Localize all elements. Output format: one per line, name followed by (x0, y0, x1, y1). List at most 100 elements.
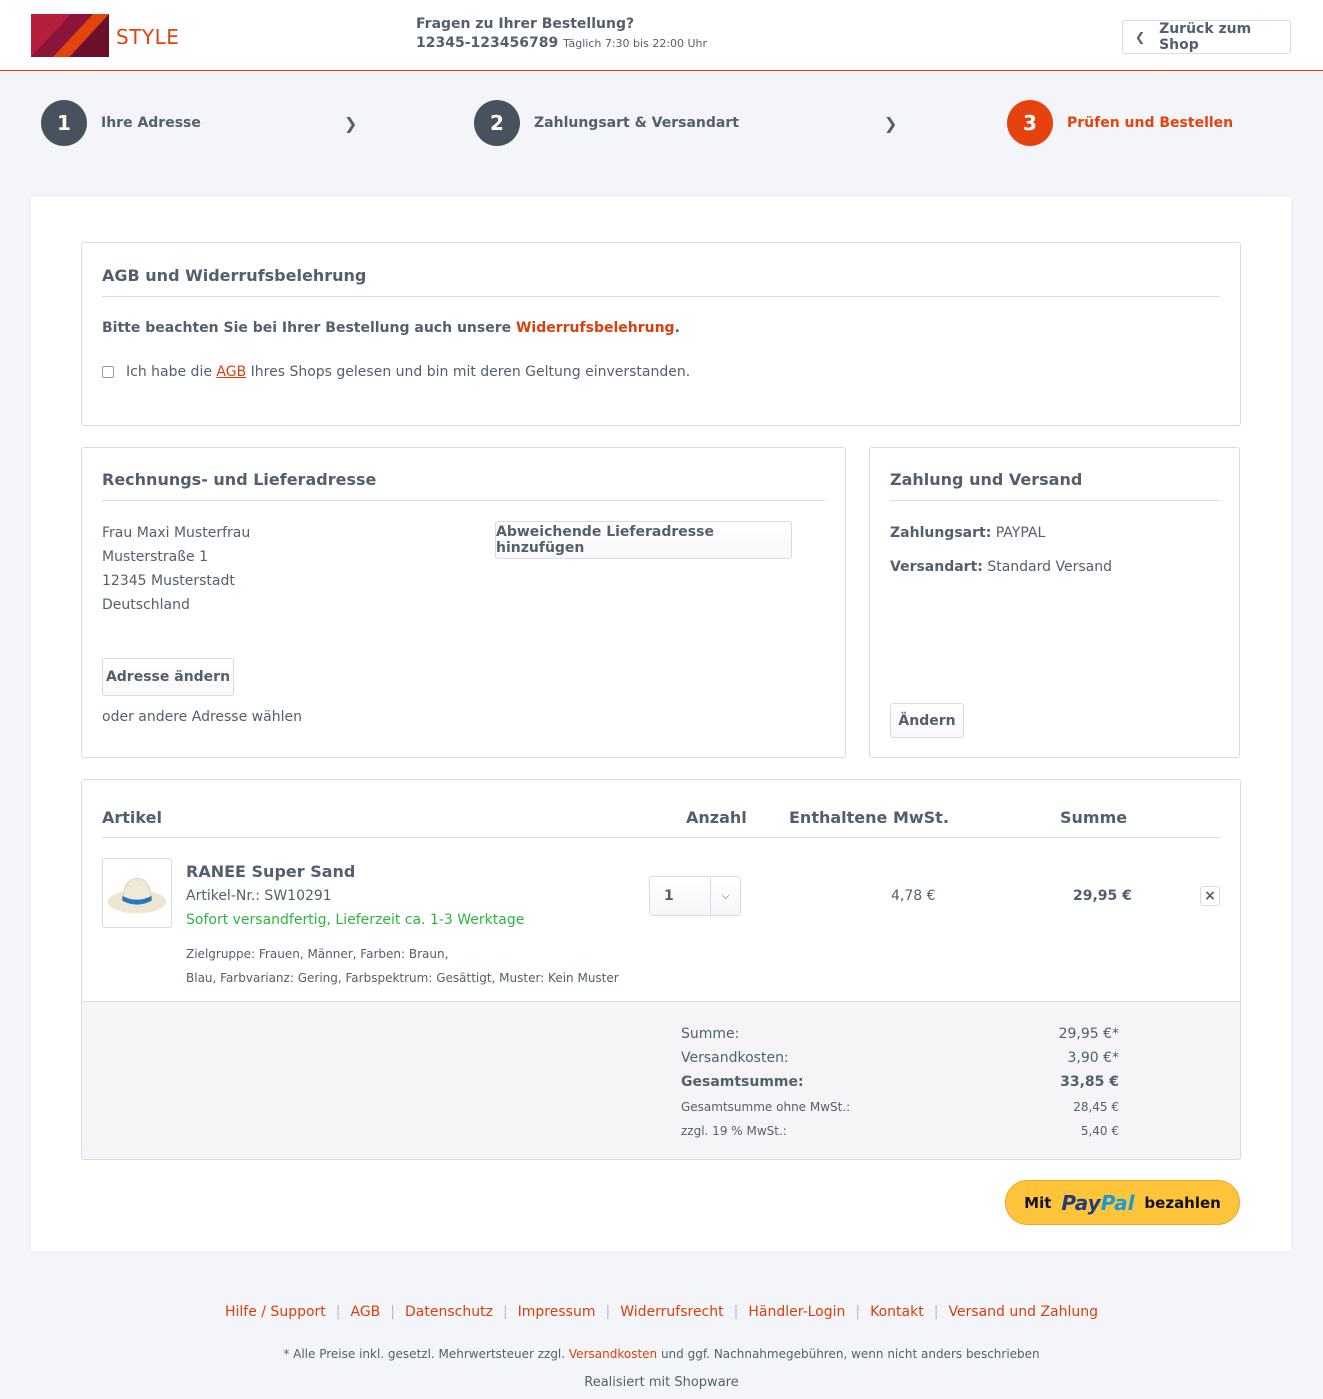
separator: | (855, 1304, 861, 1320)
payment-shipping-title: Zahlung und Versand (890, 470, 1083, 489)
product-sku: Artikel-Nr.: SW10291 (186, 888, 332, 904)
choose-other-address-link[interactable]: oder andere Adresse wählen (102, 709, 302, 725)
hotline: Fragen zu Ihrer Bestellung? 12345-123456… (416, 16, 707, 51)
totals-value: 5,40 € (1080, 1124, 1119, 1138)
paypal-button-post: bezahlen (1144, 1193, 1221, 1212)
agb-link[interactable]: AGB (216, 364, 246, 380)
paypal-checkout-button[interactable]: Mit PayPal bezahlen (1005, 1180, 1240, 1225)
agb-notice-end: . (674, 320, 680, 336)
remove-item-button[interactable]: × (1200, 886, 1220, 906)
chevron-right-icon: ❯ (344, 114, 358, 133)
shopware-credit: Realisiert mit Shopware (584, 1375, 739, 1390)
revocation-link[interactable]: Widerrufsbelehrung (516, 320, 675, 336)
change-address-button[interactable]: Adresse ändern (102, 658, 234, 696)
shipping-method: Versandart: Standard Versand (890, 559, 1112, 575)
footer-link-shipping[interactable]: Versand und Zahlung (948, 1304, 1098, 1320)
product-properties: Blau, Farbvarianz: Gering, Farbspektrum:… (186, 971, 619, 985)
chevron-left-icon: ❮ (1135, 30, 1146, 44)
totals-row: Versandkosten: 3,90 €* (681, 1050, 1119, 1066)
divider (102, 500, 825, 501)
agb-title: AGB und Widerrufsbelehrung (102, 266, 367, 285)
header-article: Artikel (102, 808, 162, 827)
separator: | (733, 1304, 739, 1320)
agb-checkbox-text-pre: Ich habe die (126, 364, 212, 380)
checkout-steps: 1 Ihre Adresse ❯ 2 Zahlungsart & Versand… (0, 100, 1323, 150)
step-number: 1 (41, 100, 87, 146)
agb-checkbox-row: Ich habe die AGB Ihres Shops gelesen und… (102, 364, 690, 380)
item-vat: 4,78 € (891, 888, 936, 904)
delivery-info: Sofort versandfertig, Lieferzeit ca. 1-3… (186, 912, 525, 928)
address-line: Musterstraße 1 (102, 549, 209, 565)
logo-text: STYLE (116, 25, 180, 49)
chevron-right-icon: ❯ (884, 114, 898, 133)
step-address[interactable]: 1 Ihre Adresse (41, 100, 201, 146)
checkout-confirm-content: AGB und Widerrufsbelehrung Bitte beachte… (31, 197, 1291, 1251)
address-line: 12345 Musterstadt (102, 573, 235, 589)
footer-link-contact[interactable]: Kontakt (870, 1304, 924, 1320)
product-name[interactable]: RANEE Super Sand (186, 862, 355, 881)
totals-label: Gesamtsumme ohne MwSt.: (681, 1100, 851, 1114)
totals-label: Versandkosten: (681, 1050, 789, 1066)
step-number: 2 (474, 100, 520, 146)
logo-icon[interactable] (31, 14, 109, 57)
shipping-method-value: Standard Versand (982, 559, 1112, 575)
separator: | (390, 1304, 396, 1320)
agb-notice-text: Bitte beachten Sie bei Ihrer Bestellung … (102, 320, 516, 336)
step-label: Zahlungsart & Versandart (534, 115, 739, 131)
back-to-shop-button[interactable]: ❮ Zurück zum Shop (1122, 20, 1291, 54)
footer-link-imprint[interactable]: Impressum (518, 1304, 596, 1320)
change-payment-button[interactable]: Ändern (890, 703, 964, 738)
payment-method: Zahlungsart: PAYPAL (890, 525, 1045, 541)
add-shipping-address-button[interactable]: Abweichende Lieferadresse hinzufügen (495, 521, 792, 559)
shipping-costs-link[interactable]: Versandkosten (569, 1347, 657, 1361)
hotline-phone: 12345-123456789 (416, 35, 559, 51)
footer-navigation: Hilfe / Support | AGB | Datenschutz | Impre… (0, 1304, 1323, 1320)
totals-value: 29,95 €* (1058, 1026, 1119, 1042)
step-review-order: 3 Prüfen und Bestellen (1007, 100, 1233, 146)
vat-notice-post: und ggf. Nachnahmegebühren, wenn nicht a… (657, 1347, 1040, 1361)
agb-checkbox[interactable] (102, 366, 114, 378)
hotline-hours: Täglich 7:30 bis 22:00 Uhr (563, 37, 708, 50)
address-line: Frau Maxi Musterfrau (102, 525, 251, 541)
totals-label: Gesamtsumme: (681, 1074, 804, 1090)
header-quantity: Anzahl (686, 808, 747, 827)
divider (102, 837, 1220, 838)
totals-value: 28,45 € (1073, 1100, 1119, 1114)
footer-link-agb[interactable]: AGB (351, 1304, 381, 1320)
quantity-select[interactable]: 1 ⌵ (649, 876, 741, 916)
header-vat: Enthaltene MwSt. (789, 808, 949, 827)
quantity-value: 1 (664, 888, 674, 904)
address-line: Deutschland (102, 597, 190, 613)
agb-notice: Bitte beachten Sie bei Ihrer Bestellung … (102, 320, 680, 336)
totals-label: zzgl. 19 % MwSt.: (681, 1124, 787, 1138)
back-to-shop-label: Zurück zum Shop (1159, 21, 1252, 53)
totals-row: zzgl. 19 % MwSt.: 5,40 € (681, 1124, 1119, 1138)
hotline-number: 12345-123456789 Täglich 7:30 bis 22:00 U… (416, 35, 707, 51)
separator: | (502, 1304, 508, 1320)
footer-link-privacy[interactable]: Datenschutz (405, 1304, 493, 1320)
totals-label: Summe: (681, 1026, 740, 1042)
separator: | (335, 1304, 341, 1320)
paypal-button-pre: Mit (1024, 1193, 1052, 1212)
totals-row: Summe: 29,95 €* (681, 1026, 1119, 1042)
address-title: Rechnungs- und Lieferadresse (102, 470, 377, 489)
paypal-logo-pay: Pay (1061, 1190, 1101, 1215)
paypal-logo: PayPal (1061, 1191, 1134, 1215)
footer-link-merchant-login[interactable]: Händler-Login (748, 1304, 845, 1320)
totals-value: 33,85 € (1060, 1074, 1119, 1090)
divider (102, 296, 1220, 297)
address-panel: Rechnungs- und Lieferadresse Frau Maxi M… (81, 447, 846, 758)
chevron-down-icon: ⌵ (710, 877, 740, 915)
separator: | (933, 1304, 939, 1320)
shipping-method-label: Versandart: (890, 559, 983, 575)
item-sum: 29,95 € (1073, 888, 1132, 904)
footer-link-support[interactable]: Hilfe / Support (225, 1304, 326, 1320)
product-image[interactable] (102, 858, 172, 928)
separator: | (605, 1304, 611, 1320)
footer-link-revocation[interactable]: Widerrufsrecht (620, 1304, 723, 1320)
agb-checkbox-text-post: Ihres Shops gelesen und bin mit deren Ge… (246, 364, 691, 380)
step-label: Ihre Adresse (101, 115, 201, 131)
paypal-logo-pal: Pal (1100, 1190, 1135, 1215)
header: STYLE Fragen zu Ihrer Bestellung? 12345-… (0, 0, 1323, 71)
step-payment-shipping[interactable]: 2 Zahlungsart & Versandart (474, 100, 739, 146)
